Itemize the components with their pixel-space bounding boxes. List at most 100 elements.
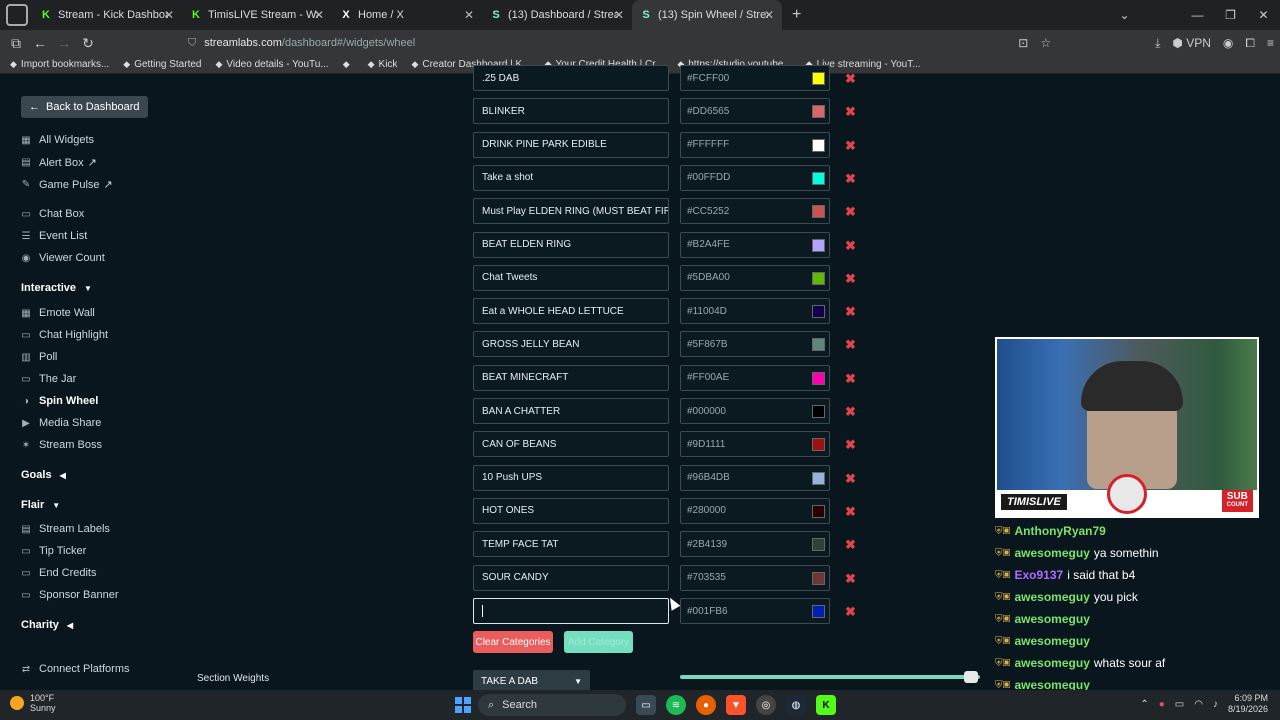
sidebar-item-end-credits[interactable]: ▭ End Credits <box>21 567 96 579</box>
color-swatch[interactable] <box>812 504 825 518</box>
mic-icon[interactable]: ● <box>1159 699 1165 710</box>
category-label-input[interactable]: Must Play ELDEN RING (MUST BEAT FIRST <box>473 198 669 225</box>
color-swatch[interactable] <box>812 238 825 252</box>
sidebar-item-stream-labels[interactable]: ▤ Stream Labels <box>21 523 110 535</box>
category-label-input[interactable]: GROSS JELLY BEAN <box>473 331 669 358</box>
category-color-field[interactable]: #CC5252 <box>680 198 830 225</box>
obs-icon[interactable]: ◎ <box>756 695 776 715</box>
sidebar-item-the-jar[interactable]: ▭ The Jar <box>21 373 76 385</box>
delete-category-icon[interactable]: ✖ <box>845 337 856 353</box>
vpn-button[interactable]: ⬢ VPN <box>1172 36 1211 50</box>
taskbar-search[interactable]: ⌕ Search <box>478 694 626 716</box>
category-label-input[interactable]: Take a shot <box>473 164 669 191</box>
clock[interactable]: 6:09 PM 8/19/2026 <box>1228 693 1268 715</box>
sidebar-item-viewer-count[interactable]: ◉ Viewer Count <box>21 252 105 264</box>
sidebar-heading[interactable]: Goals ◀ <box>21 469 66 481</box>
screenshot-icon[interactable]: ⊡ <box>1018 36 1028 50</box>
bookmark-item[interactable]: ◆ Import bookmarks... <box>10 59 109 70</box>
delete-new-category-icon[interactable]: ✖ <box>845 604 856 620</box>
color-swatch[interactable] <box>812 171 825 185</box>
file-explorer-icon[interactable]: ▭ <box>636 695 656 715</box>
sidebar-heading[interactable]: Charity ◀ <box>21 619 73 631</box>
close-tab-icon[interactable]: ✕ <box>614 8 624 22</box>
forward-icon[interactable]: → <box>52 35 76 51</box>
clear-categories-button[interactable]: Clear Categories <box>473 631 553 653</box>
category-color-field[interactable]: #00FFDD <box>680 164 830 191</box>
category-color-field[interactable]: #5F867B <box>680 331 830 358</box>
back-to-dashboard-button[interactable]: ← Back to Dashboard <box>21 96 148 118</box>
minimize-button[interactable]: — <box>1181 8 1214 22</box>
new-tab-button[interactable]: + <box>792 6 801 24</box>
color-swatch[interactable] <box>812 405 825 418</box>
bookmark-item[interactable]: ◆ Kick <box>368 59 398 70</box>
delete-category-icon[interactable]: ✖ <box>845 238 856 254</box>
browser-tab[interactable]: S (13) Spin Wheel / Streamlabs✕ <box>632 0 782 30</box>
delete-category-icon[interactable]: ✖ <box>845 471 856 487</box>
browser-tab[interactable]: X Home / X ✕ <box>332 0 482 30</box>
category-color-field[interactable]: #FF00AE <box>680 364 830 391</box>
delete-category-icon[interactable]: ✖ <box>845 537 856 553</box>
sidebar-item-game-pulse[interactable]: ✎ Game Pulse ↗ <box>21 178 113 192</box>
category-label-input[interactable]: BLINKER <box>473 98 669 125</box>
slider-handle[interactable] <box>964 671 978 683</box>
sidebar-toggle-icon[interactable] <box>6 4 28 26</box>
category-label-input[interactable]: SOUR CANDY <box>473 564 669 591</box>
color-swatch[interactable] <box>812 105 825 119</box>
category-label-input[interactable]: BEAT MINECRAFT <box>473 364 669 391</box>
color-swatch[interactable] <box>812 438 825 452</box>
category-label-input[interactable]: DRINK PINE PARK EDIBLE <box>473 131 669 158</box>
category-label-input[interactable]: 10 Push UPS <box>473 464 669 491</box>
category-color-field[interactable]: #11004D <box>680 298 830 325</box>
delete-category-icon[interactable]: ✖ <box>845 171 856 187</box>
sidebar-item-stream-boss[interactable]: ✶ Stream Boss <box>21 439 102 451</box>
category-color-field[interactable]: #703535 <box>680 564 830 591</box>
new-category-input[interactable] <box>473 598 669 624</box>
delete-category-icon[interactable]: ✖ <box>845 104 856 120</box>
category-label-input[interactable]: BAN A CHATTER <box>473 398 669 424</box>
download-icon[interactable]: ⤓ <box>1155 36 1160 51</box>
windows-start-icon[interactable] <box>455 697 471 713</box>
bookmark-item[interactable]: ◆ Video details - YouTu... <box>215 59 328 70</box>
category-label-input[interactable]: CAN OF BEANS <box>473 431 669 458</box>
sidebar-item-chat-box[interactable]: ▭ Chat Box <box>21 208 84 220</box>
category-color-field[interactable]: #B2A4FE <box>680 231 830 258</box>
category-color-field[interactable]: #000000 <box>680 398 830 424</box>
category-label-input[interactable]: Chat Tweets <box>473 264 669 291</box>
sidebar-icon[interactable]: ⧉ <box>4 35 28 52</box>
profile-icon[interactable]: ◉ <box>1223 36 1233 50</box>
category-color-field[interactable]: #2B4139 <box>680 531 830 558</box>
delete-category-icon[interactable]: ✖ <box>845 437 856 453</box>
bookmark-item[interactable]: ◆ <box>343 59 354 70</box>
wifi-icon[interactable]: ◠ <box>1194 699 1203 710</box>
category-label-input[interactable]: Eat a WHOLE HEAD LETTUCE <box>473 298 669 325</box>
delete-category-icon[interactable]: ✖ <box>845 304 856 320</box>
weather-widget[interactable]: 100°F Sunny <box>10 693 56 713</box>
sidebar-heading[interactable]: Interactive ▼ <box>21 282 92 294</box>
close-tab-icon[interactable]: ✕ <box>764 8 774 22</box>
sidebar-item-sponsor-banner[interactable]: ▭ Sponsor Banner <box>21 589 118 601</box>
sidebar-heading[interactable]: Flair ▼ <box>21 499 60 511</box>
display-icon[interactable]: ▭ <box>1175 699 1184 710</box>
browser-tab[interactable]: S (13) Dashboard / Streamlabs✕ <box>482 0 632 30</box>
brave-icon[interactable]: ▼ <box>726 695 746 715</box>
close-tab-icon[interactable]: ✕ <box>314 8 324 22</box>
kick-app-icon[interactable]: K <box>816 695 836 715</box>
weight-slider[interactable] <box>680 671 980 683</box>
connect-platforms-link[interactable]: ⇄ Connect Platforms <box>21 663 130 675</box>
category-color-field[interactable]: #9D1111 <box>680 431 830 458</box>
category-label-input[interactable]: TEMP FACE TAT <box>473 531 669 558</box>
delete-category-icon[interactable]: ✖ <box>845 571 856 587</box>
color-swatch[interactable] <box>812 271 825 285</box>
spotify-icon[interactable]: ≋ <box>666 695 686 715</box>
maximize-button[interactable]: ❐ <box>1214 8 1247 22</box>
color-swatch[interactable] <box>812 305 825 319</box>
sidebar-item-spin-wheel[interactable]: ◑ Spin Wheel <box>21 395 98 407</box>
delete-category-icon[interactable]: ✖ <box>845 371 856 387</box>
browser-tab[interactable]: K Stream - Kick Dashboard✕ <box>32 0 182 30</box>
sidebar-item-chat-highlight[interactable]: ▭ Chat Highlight <box>21 329 108 341</box>
delete-category-icon[interactable]: ✖ <box>845 138 856 154</box>
close-tab-icon[interactable]: ✕ <box>164 8 174 22</box>
reload-icon[interactable]: ↻ <box>76 35 100 52</box>
delete-category-icon[interactable]: ✖ <box>845 404 856 420</box>
delete-category-icon[interactable]: ✖ <box>845 204 856 220</box>
